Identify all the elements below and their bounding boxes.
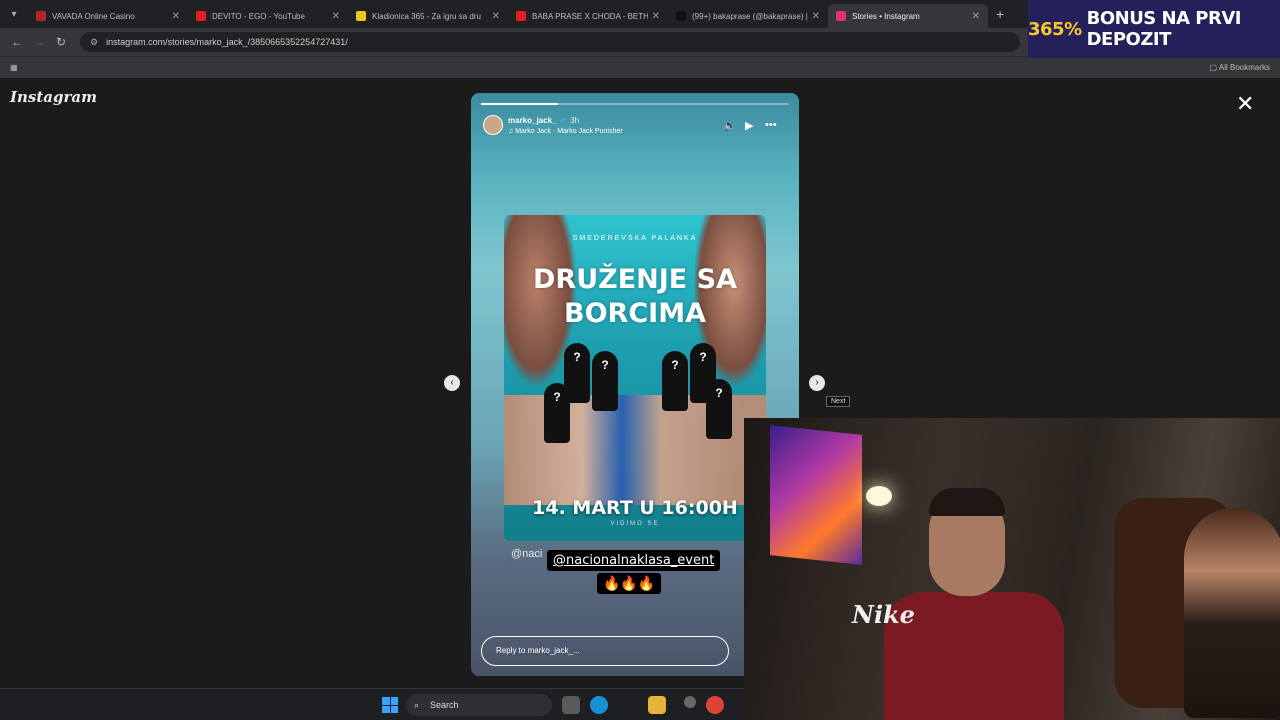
tabs-container: VAVADA Online Casino ✕ DEVITO - EGO - YouT…	[28, 0, 988, 28]
search-icon: ⌕	[414, 700, 420, 710]
tab-favicon-icon	[676, 11, 686, 21]
poster-title-line1: DRUŽENJE SA	[533, 264, 737, 295]
browser-tab[interactable]: VAVADA Online Casino ✕	[28, 4, 188, 28]
tab-favicon-icon	[36, 11, 46, 21]
mention-sticker[interactable]: @nacionalnaklasa_event	[547, 550, 721, 571]
tab-close-icon[interactable]: ✕	[972, 11, 980, 22]
event-poster: SMEDEREVSKA PALANKA DRUŽENJE SA BORCIMA …	[504, 215, 766, 541]
story-progress-fill	[481, 103, 558, 105]
close-icon[interactable]: ✕	[1236, 93, 1254, 115]
tab-close-icon[interactable]: ✕	[172, 11, 180, 22]
poster-title-line2: BORCIMA	[564, 298, 706, 329]
webcam-overlay: Nike	[744, 418, 1280, 720]
next-tooltip: Next	[826, 396, 851, 407]
person-right	[1184, 508, 1280, 718]
streamer-hair	[929, 488, 1005, 516]
tab-favicon-icon	[836, 11, 846, 21]
browser-tab[interactable]: DEVITO - EGO - YouTube ✕	[188, 4, 348, 28]
previous-story-button[interactable]: ‹	[444, 375, 460, 391]
windows-start-icon[interactable]	[382, 697, 398, 713]
poster-date: 14. MART U 16:00H	[532, 497, 738, 519]
task-view-icon[interactable]	[562, 696, 580, 714]
next-story-button[interactable]: ›	[809, 375, 825, 391]
tab-close-icon[interactable]: ✕	[652, 11, 660, 22]
tab-favicon-icon	[356, 11, 366, 21]
story-time: 3h	[570, 116, 580, 125]
poster-title: DRUŽENJE SA BORCIMA	[504, 263, 766, 331]
taskbar-search[interactable]: ⌕ Search	[406, 694, 552, 716]
file-explorer-icon[interactable]	[648, 696, 666, 714]
tab-title: BABA PRASE X CHODA - BETH	[532, 11, 648, 21]
more-options-icon[interactable]: •••	[765, 119, 777, 131]
mystery-fighter: ?	[706, 379, 732, 439]
instagram-logo[interactable]: Instagram	[10, 88, 97, 106]
app-icon[interactable]	[684, 696, 696, 708]
all-bookmarks[interactable]: ▢ All Bookmarks	[1210, 63, 1270, 72]
mystery-fighters: ? ? ? ? ? ?	[544, 343, 732, 453]
reply-input[interactable]: Reply to marko_jack_...	[481, 636, 729, 666]
story-progress-bar	[481, 103, 789, 105]
tab-title: Kladionica 365 - Za igru sa dru	[372, 11, 481, 21]
tab-title: DEVITO - EGO - YouTube	[212, 11, 305, 21]
story-username[interactable]: marko_jack_	[508, 116, 556, 125]
tab-close-icon[interactable]: ✕	[492, 11, 500, 22]
tab-close-icon[interactable]: ✕	[812, 11, 820, 22]
avatar[interactable]	[483, 115, 503, 135]
tab-title: Stories • Instagram	[852, 11, 920, 21]
browser-tab[interactable]: Kladionica 365 - Za igru sa dru ✕	[348, 4, 508, 28]
all-bookmarks-label: All Bookmarks	[1218, 63, 1270, 72]
forward-icon[interactable]: →	[28, 35, 50, 49]
mystery-fighter: ?	[544, 383, 570, 443]
apps-grid-icon[interactable]: ▦	[10, 63, 18, 72]
taskbar-search-label: Search	[430, 700, 459, 710]
windows-taskbar: ⌕ Search	[0, 688, 744, 720]
reload-icon[interactable]: ↻	[50, 35, 72, 49]
poster-subtitle: SMEDEREVSKA PALANKA	[572, 235, 698, 242]
url-text: instagram.com/stories/marko_jack_/385066…	[106, 37, 348, 47]
mystery-fighter: ?	[592, 351, 618, 411]
tab-title: VAVADA Online Casino	[52, 11, 135, 21]
tab-menu-icon[interactable]: ▾	[0, 0, 28, 28]
browser-tab[interactable]: (99+) bakaprase (@bakaprase) | ✕	[668, 4, 828, 28]
story-header: marko_jack_ ✔ 3h	[508, 116, 579, 125]
tab-favicon-icon	[516, 11, 526, 21]
verified-icon: ✔	[559, 116, 567, 125]
site-info-icon[interactable]: ⚙	[90, 37, 98, 48]
story-music[interactable]: ♫ Marko Jack · Marko Jack Punisher	[508, 128, 623, 135]
fire-emoji-sticker: 🔥🔥🔥	[597, 573, 662, 594]
chrome-icon[interactable]	[706, 696, 724, 714]
address-bar[interactable]: ⚙ instagram.com/stories/marko_jack_/3850…	[80, 32, 1020, 52]
promo-text: BONUS NA PRVI DEPOZIT	[1086, 8, 1242, 50]
poster-footer: VIDIMO SE	[610, 521, 660, 527]
promo-banner: 365% BONUS NA PRVI DEPOZIT	[1028, 0, 1280, 58]
bookmarks-bar: ▦ ▢ All Bookmarks	[0, 56, 1280, 78]
back-icon[interactable]: ←	[6, 35, 28, 49]
new-tab-button[interactable]: +	[988, 6, 1012, 22]
tab-title: (99+) bakaprase (@bakaprase) |	[692, 11, 808, 21]
tab-close-icon[interactable]: ✕	[332, 11, 340, 22]
browser-tab[interactable]: BABA PRASE X CHODA - BETH ✕	[508, 4, 668, 28]
browser-tab[interactable]: Stories • Instagram ✕	[828, 4, 988, 28]
promo-percent: 365%	[1028, 18, 1082, 40]
play-icon[interactable]: ▶	[745, 119, 753, 132]
tab-favicon-icon	[196, 11, 206, 21]
edge-icon[interactable]	[590, 696, 608, 714]
shirt-logo: Nike	[852, 600, 915, 629]
mystery-fighter: ?	[662, 351, 688, 411]
background-mention: @naci	[511, 548, 543, 560]
mute-icon[interactable]: 🔈	[723, 119, 737, 132]
